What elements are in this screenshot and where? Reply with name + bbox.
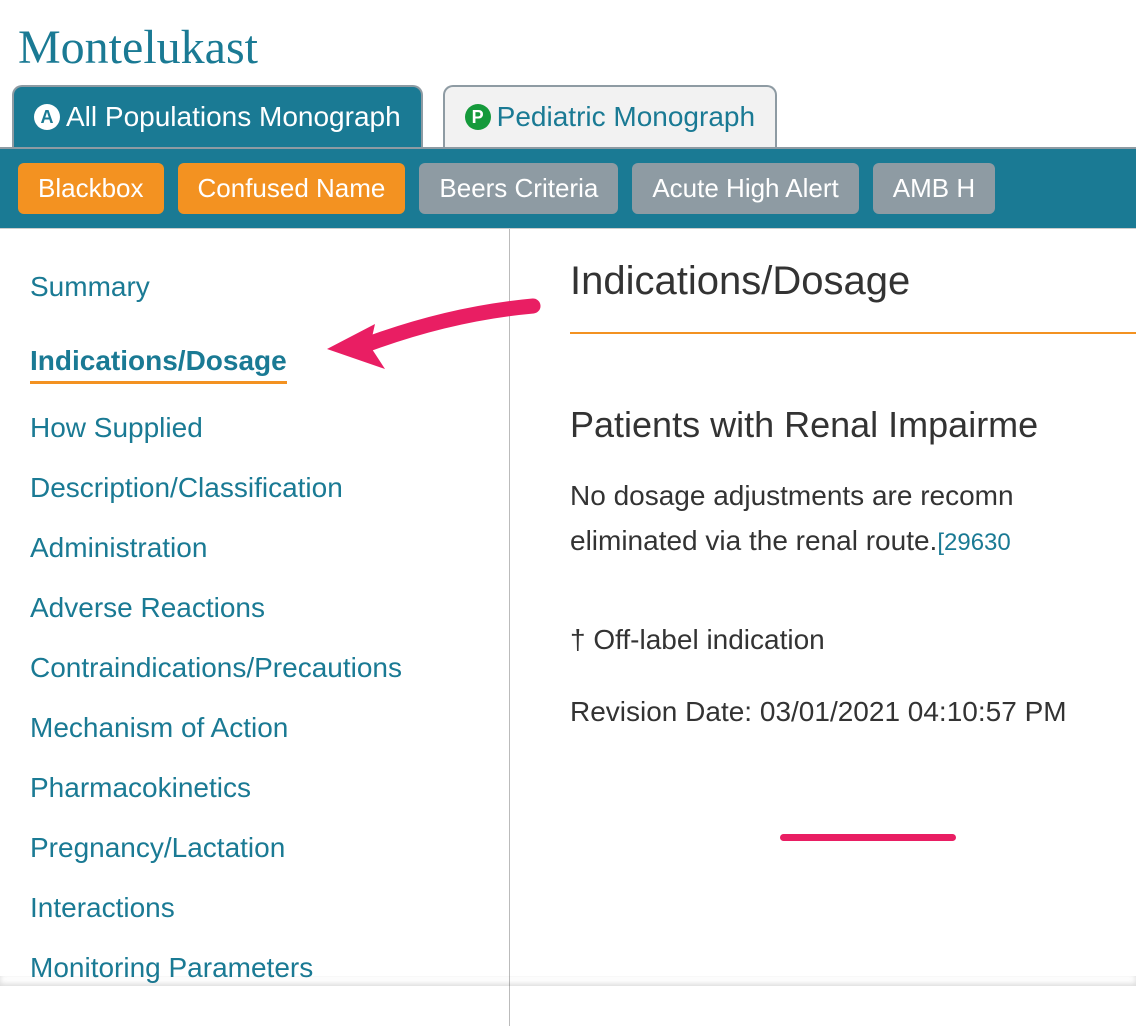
revision-value: 03/01/2021 04:10:57 PM	[760, 696, 1067, 728]
badge-p-icon: P	[465, 104, 491, 130]
section-heading: Indications/Dosage	[570, 259, 1136, 304]
body-line-2: eliminated via the renal route.	[570, 525, 937, 556]
main-content: Indications/Dosage Patients with Renal I…	[510, 229, 1136, 1026]
sidebar-item-interactions[interactable]: Interactions	[30, 878, 479, 938]
sidebar-item-description-classification[interactable]: Description/Classification	[30, 458, 479, 518]
annotation-underline	[780, 834, 956, 841]
tab-pediatric[interactable]: P Pediatric Monograph	[443, 85, 777, 147]
revision-date: Revision Date: 03/01/2021 04:10:57 PM	[570, 696, 1136, 728]
sidebar-item-monitoring[interactable]: Monitoring Parameters	[30, 938, 479, 998]
tabs-row: A All Populations Monograph P Pediatric …	[0, 85, 1136, 147]
sidebar-item-pharmacokinetics[interactable]: Pharmacokinetics	[30, 758, 479, 818]
alert-confused-name-button[interactable]: Confused Name	[178, 163, 406, 214]
body-text: No dosage adjustments are recomn elimina…	[570, 474, 1136, 564]
alert-blackbox-button[interactable]: Blackbox	[18, 163, 164, 214]
sidebar-item-adverse-reactions[interactable]: Adverse Reactions	[30, 578, 479, 638]
tab-label: All Populations Monograph	[66, 101, 401, 133]
body-line-1: No dosage adjustments are recomn	[570, 480, 1014, 511]
sidebar-item-indications-dosage[interactable]: Indications/Dosage	[30, 331, 287, 384]
sidebar-item-summary[interactable]: Summary	[30, 257, 479, 317]
bottom-shadow	[0, 976, 1136, 986]
badge-a-icon: A	[34, 104, 60, 130]
section-divider	[570, 332, 1136, 334]
page-title: Montelukast	[0, 0, 1136, 85]
sidebar-item-administration[interactable]: Administration	[30, 518, 479, 578]
sidebar-item-mechanism[interactable]: Mechanism of Action	[30, 698, 479, 758]
sidebar-item-contraindications[interactable]: Contraindications/Precautions	[30, 638, 479, 698]
off-label-footnote: † Off-label indication	[570, 624, 1136, 656]
alert-acute-high-alert-button[interactable]: Acute High Alert	[632, 163, 858, 214]
revision-label: Revision Date:	[570, 696, 760, 727]
alert-beers-criteria-button[interactable]: Beers Criteria	[419, 163, 618, 214]
alert-bar: Blackbox Confused Name Beers Criteria Ac…	[0, 147, 1136, 228]
sidebar-item-how-supplied[interactable]: How Supplied	[30, 398, 479, 458]
alert-amb-h-button[interactable]: AMB H	[873, 163, 995, 214]
sub-heading: Patients with Renal Impairme	[570, 404, 1136, 446]
sidebar: Summary Indications/Dosage How Supplied …	[0, 229, 510, 1026]
sidebar-item-pregnancy[interactable]: Pregnancy/Lactation	[30, 818, 479, 878]
tab-all-populations[interactable]: A All Populations Monograph	[12, 85, 423, 147]
reference-link[interactable]: [29630	[937, 529, 1010, 556]
tab-label: Pediatric Monograph	[497, 101, 755, 133]
content-area: Summary Indications/Dosage How Supplied …	[0, 228, 1136, 1026]
